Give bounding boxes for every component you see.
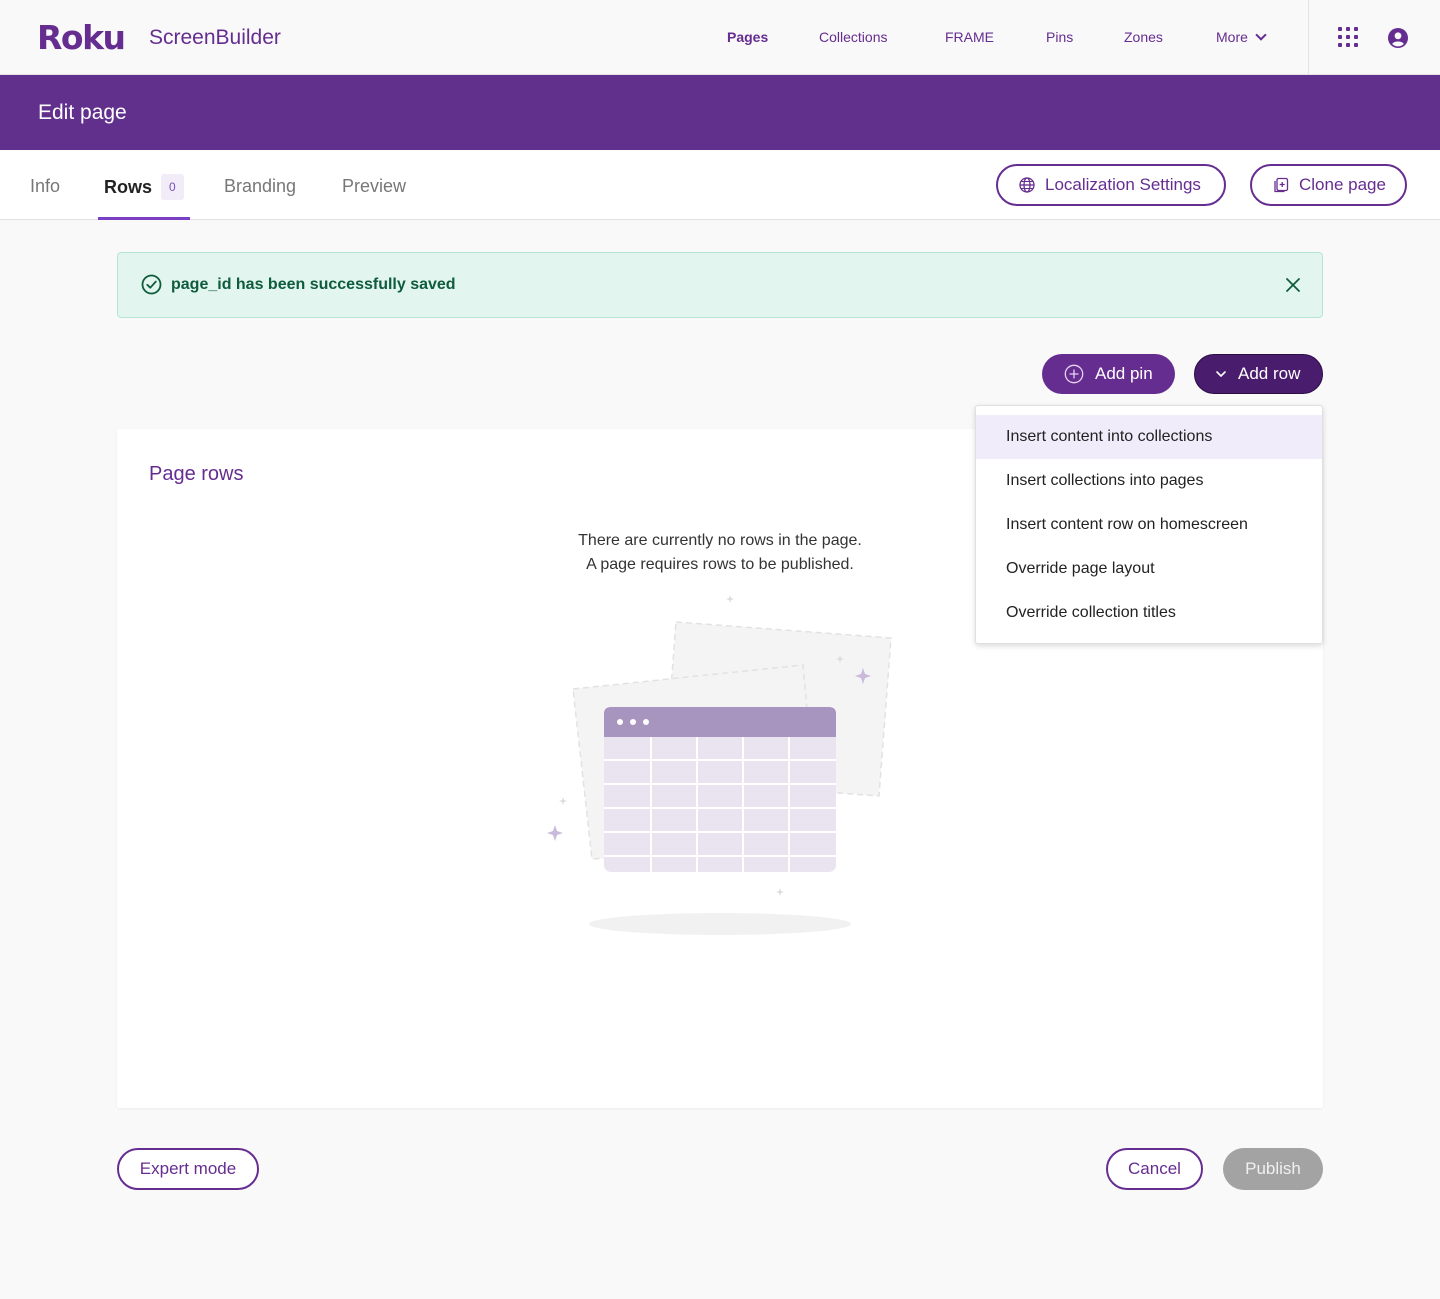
add-row-label: Add row (1238, 364, 1301, 383)
tab-rows[interactable]: Rows 0 (104, 174, 184, 202)
menu-item-insert-content-row-on-homescreen[interactable]: Insert content row on homescreen (976, 503, 1322, 547)
active-tab-indicator (98, 217, 190, 220)
globe-icon (1019, 177, 1035, 193)
clone-page-label: Clone page (1299, 175, 1386, 194)
menu-item-insert-content-into-collections[interactable]: Insert content into collections (976, 415, 1322, 459)
clone-icon (1274, 177, 1289, 193)
nav-link-pages[interactable]: Pages (727, 28, 768, 46)
top-nav: Roku ScreenBuilder Pages Collections FRA… (0, 0, 1440, 75)
apps-grid-icon[interactable] (1338, 27, 1358, 47)
empty-table-illustration (547, 595, 892, 935)
chevron-down-icon (1255, 29, 1267, 41)
empty-state-line-2: A page requires rows to be published. (586, 556, 854, 573)
add-pin-button[interactable]: Add pin (1042, 354, 1175, 394)
tab-info[interactable]: Info (30, 176, 60, 196)
tab-bar: Info Rows 0 Branding Preview Localization… (0, 150, 1440, 220)
roku-logo[interactable]: Roku (37, 20, 126, 56)
localization-settings-button[interactable]: Localization Settings (996, 164, 1226, 206)
expert-mode-button[interactable]: Expert mode (117, 1148, 259, 1190)
alert-message: page_id has been successfully saved (171, 276, 456, 293)
success-alert: page_id has been successfully saved (117, 252, 1323, 318)
close-icon[interactable] (1283, 275, 1303, 295)
clone-page-button[interactable]: Clone page (1250, 164, 1407, 206)
tab-branding[interactable]: Branding (224, 176, 296, 196)
menu-item-override-page-layout[interactable]: Override page layout (976, 547, 1322, 591)
page-rows-title: Page rows (149, 463, 244, 485)
check-circle-icon (141, 274, 162, 295)
tab-preview[interactable]: Preview (342, 176, 406, 196)
nav-link-collections[interactable]: Collections (819, 28, 887, 46)
menu-item-insert-collections-into-pages[interactable]: Insert collections into pages (976, 459, 1322, 503)
nav-more-label: More (1216, 29, 1248, 45)
empty-state-line-1: There are currently no rows in the page. (578, 532, 862, 549)
empty-state-message: There are currently no rows in the page.… (520, 529, 920, 577)
add-row-dropdown-menu: Insert content into collections Insert c… (975, 405, 1323, 644)
cancel-button[interactable]: Cancel (1106, 1148, 1203, 1190)
nav-link-pins[interactable]: Pins (1046, 28, 1073, 46)
nav-link-zones[interactable]: Zones (1124, 28, 1163, 46)
page-title: Edit page (38, 101, 127, 124)
localization-settings-label: Localization Settings (1045, 175, 1201, 194)
tab-rows-label: Rows (104, 177, 153, 197)
menu-item-override-collection-titles[interactable]: Override collection titles (976, 591, 1322, 635)
publish-button[interactable]: Publish (1223, 1148, 1323, 1190)
nav-divider (1308, 0, 1309, 75)
plus-circle-icon (1064, 364, 1084, 384)
product-name: ScreenBuilder (149, 26, 281, 49)
nav-link-frame[interactable]: FRAME (945, 28, 994, 46)
rows-count-badge: 0 (161, 174, 184, 200)
page-header: Edit page (0, 75, 1440, 150)
chevron-down-icon (1216, 371, 1226, 377)
nav-link-more[interactable]: More (1216, 28, 1267, 46)
add-pin-label: Add pin (1095, 364, 1153, 383)
user-account-icon[interactable] (1388, 28, 1408, 48)
add-row-button[interactable]: Add row (1194, 354, 1323, 394)
